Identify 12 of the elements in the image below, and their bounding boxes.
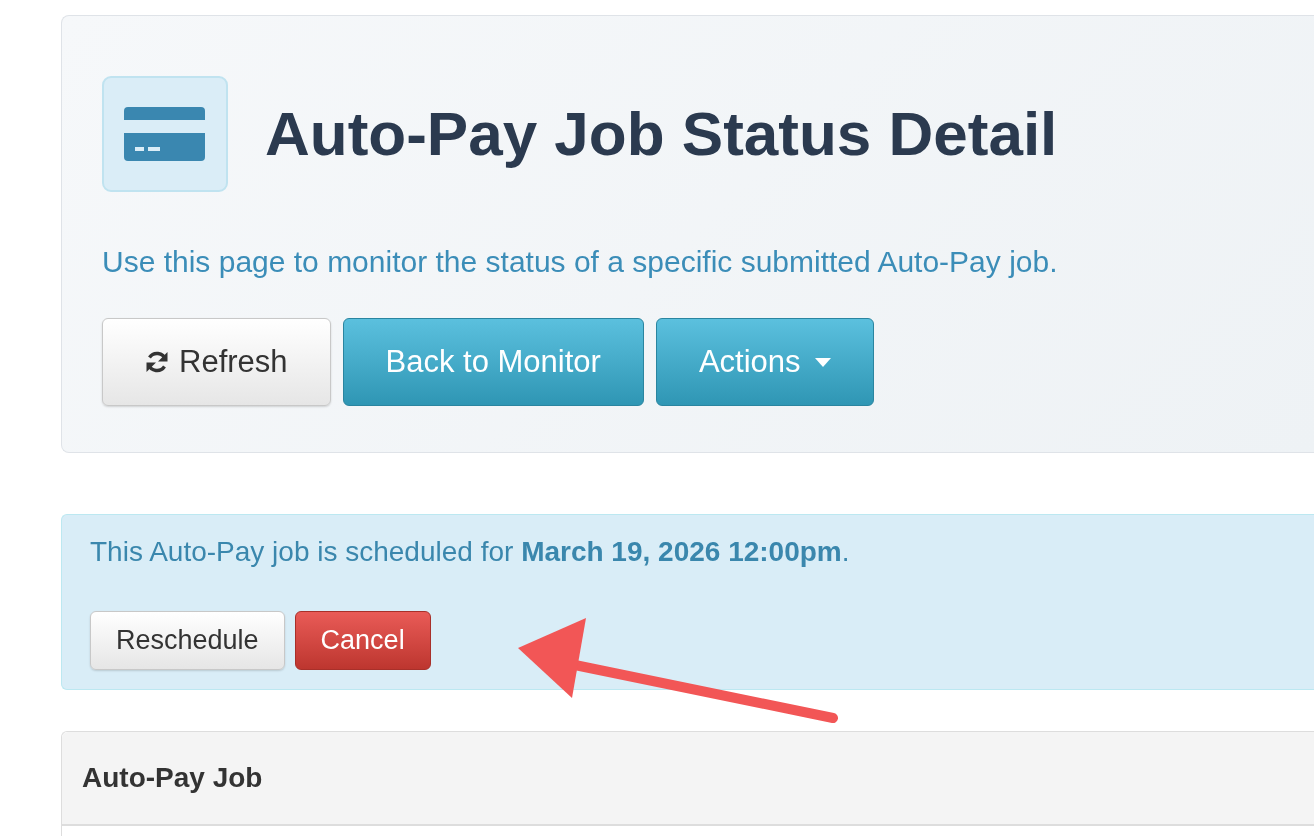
credit-card-icon: [102, 76, 228, 192]
cancel-button[interactable]: Cancel: [294, 611, 431, 670]
page-description: Use this page to monitor the status of a specific submitted Auto-Pay job.: [102, 244, 1059, 280]
refresh-button[interactable]: Refresh: [102, 318, 331, 406]
reschedule-button[interactable]: Reschedule: [90, 611, 285, 670]
refresh-icon: [145, 350, 169, 374]
actions-dropdown[interactable]: Actions: [655, 318, 874, 406]
page-title: Auto-Pay Job Status Detail: [265, 99, 1058, 169]
back-button[interactable]: Back to Monitor: [342, 318, 644, 406]
panel-title: Auto-Pay Job: [82, 762, 263, 794]
caret-icon: [814, 357, 831, 367]
alert-message: This Auto-Pay job is scheduled for March 19, 2026 12:00pm.: [90, 536, 851, 568]
